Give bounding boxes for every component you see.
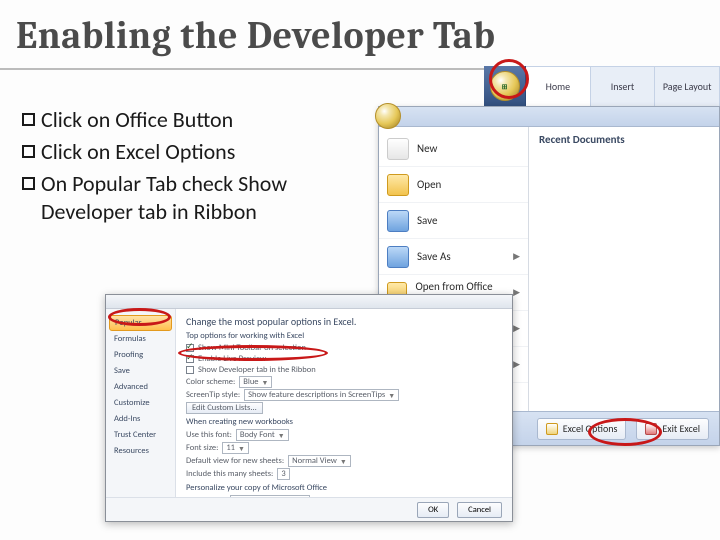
option-edit-lists: Edit Custom Lists... bbox=[186, 402, 502, 414]
annotation-circle-office-button bbox=[489, 59, 529, 99]
chevron-down-icon: ▼ bbox=[262, 378, 269, 387]
category-proofing[interactable]: Proofing bbox=[106, 347, 175, 363]
excel-options-dialog: Popular Formulas Proofing Save Advanced … bbox=[105, 294, 513, 522]
bullet-square-icon bbox=[22, 113, 35, 126]
edit-custom-lists-button[interactable]: Edit Custom Lists... bbox=[186, 402, 263, 414]
menu-item-label: Open bbox=[417, 178, 441, 191]
bullet-text: On Popular Tab check Show Developer tab … bbox=[41, 170, 318, 226]
menu-item-saveas[interactable]: Save As ▶ bbox=[379, 239, 528, 275]
open-icon bbox=[387, 174, 409, 196]
sheetcount-stepper[interactable]: 3 bbox=[277, 468, 289, 480]
bullet-item: On Popular Tab check Show Developer tab … bbox=[22, 170, 318, 226]
option-screentip: ScreenTip style: Show feature descriptio… bbox=[186, 389, 502, 401]
save-icon bbox=[387, 210, 409, 232]
bullet-item: Click on Office Button bbox=[22, 106, 318, 134]
menu-item-save[interactable]: Save bbox=[379, 203, 528, 239]
menu-item-label: Save bbox=[417, 214, 437, 227]
category-save[interactable]: Save bbox=[106, 363, 175, 379]
ok-button[interactable]: OK bbox=[417, 502, 449, 518]
menu-item-label: Save As bbox=[417, 250, 451, 263]
select-value: Normal View bbox=[292, 456, 337, 466]
new-icon bbox=[387, 138, 409, 160]
office-menu-recent: Recent Documents bbox=[529, 127, 719, 411]
ribbon-tab-pagelayout[interactable]: Page Layout bbox=[655, 66, 720, 106]
select-value: Show feature descriptions in ScreenTips bbox=[248, 390, 385, 400]
chevron-down-icon: ▼ bbox=[388, 391, 395, 400]
annotation-circle-excel-options bbox=[588, 418, 662, 446]
save-as-icon bbox=[387, 246, 409, 268]
annotation-circle-popular bbox=[108, 308, 171, 326]
chevron-right-icon: ▶ bbox=[513, 251, 520, 262]
chevron-down-icon: ▼ bbox=[238, 444, 245, 453]
bullet-square-icon bbox=[22, 145, 35, 158]
bullet-text: Click on Office Button bbox=[41, 106, 318, 134]
chevron-down-icon: ▼ bbox=[340, 457, 347, 466]
chevron-right-icon: ▶ bbox=[513, 359, 520, 370]
bullet-list: Click on Office Button Click on Excel Op… bbox=[22, 106, 318, 231]
menu-item-label: New bbox=[417, 142, 437, 155]
category-addins[interactable]: Add-Ins bbox=[106, 411, 175, 427]
field-label: Default view for new sheets: bbox=[186, 456, 284, 466]
options-content: Change the most popular options in Excel… bbox=[176, 309, 512, 497]
section-personalize: Personalize your copy of Microsoft Offic… bbox=[186, 483, 502, 493]
bullet-item: Click on Excel Options bbox=[22, 138, 318, 166]
option-label: Show Developer tab in the Ribbon bbox=[198, 365, 316, 375]
cancel-button[interactable]: Cancel bbox=[457, 502, 502, 518]
chevron-down-icon: ▼ bbox=[278, 431, 285, 440]
office-menu-header bbox=[379, 107, 719, 127]
options-category-list: Popular Formulas Proofing Save Advanced … bbox=[106, 309, 176, 497]
select-value: Blue bbox=[243, 377, 258, 387]
ribbon-tab-home[interactable]: Home bbox=[526, 66, 591, 106]
category-advanced[interactable]: Advanced bbox=[106, 379, 175, 395]
slide: Enabling the Developer Tab Click on Offi… bbox=[0, 0, 720, 540]
checkbox-icon[interactable] bbox=[186, 366, 194, 374]
field-label: ScreenTip style: bbox=[186, 390, 240, 400]
option-color-scheme: Color scheme: Blue ▼ bbox=[186, 376, 502, 388]
font-select[interactable]: Body Font▼ bbox=[236, 429, 289, 441]
bullet-text: Click on Excel Options bbox=[41, 138, 318, 166]
options-heading: Change the most popular options in Excel… bbox=[186, 315, 502, 328]
bullet-square-icon bbox=[22, 177, 35, 190]
select-value: Body Font bbox=[240, 430, 275, 440]
select-value: 11 bbox=[226, 443, 235, 453]
option-font: Use this font: Body Font▼ bbox=[186, 429, 502, 441]
category-formulas[interactable]: Formulas bbox=[106, 331, 175, 347]
field-label: Font size: bbox=[186, 443, 218, 453]
options-icon bbox=[546, 423, 558, 435]
recent-header: Recent Documents bbox=[539, 133, 709, 146]
option-defaultview: Default view for new sheets: Normal View… bbox=[186, 455, 502, 467]
button-label: Exit Excel bbox=[662, 422, 700, 435]
menu-item-open[interactable]: Open bbox=[379, 167, 528, 203]
menu-item-new[interactable]: New bbox=[379, 131, 528, 167]
option-show-developer[interactable]: Show Developer tab in the Ribbon bbox=[186, 365, 502, 375]
option-fontsize: Font size: 11▼ bbox=[186, 442, 502, 454]
ribbon-tab-insert[interactable]: Insert bbox=[591, 66, 656, 106]
defaultview-select[interactable]: Normal View▼ bbox=[288, 455, 351, 467]
color-scheme-select[interactable]: Blue ▼ bbox=[239, 376, 272, 388]
dialog-titlebar bbox=[106, 295, 512, 309]
annotation-circle-developer-option bbox=[178, 345, 328, 361]
chevron-right-icon: ▶ bbox=[513, 323, 520, 334]
section-new-workbooks: When creating new workbooks bbox=[186, 417, 502, 427]
option-sheetcount: Include this many sheets: 3 bbox=[186, 468, 502, 480]
slide-title: Enabling the Developer Tab bbox=[16, 14, 495, 58]
stepper-value: 3 bbox=[281, 469, 285, 479]
field-label: Include this many sheets: bbox=[186, 469, 273, 479]
office-button-icon[interactable] bbox=[375, 103, 401, 129]
screentip-select[interactable]: Show feature descriptions in ScreenTips▼ bbox=[244, 389, 399, 401]
category-resources[interactable]: Resources bbox=[106, 443, 175, 459]
section-top-options: Top options for working with Excel bbox=[186, 331, 502, 341]
fontsize-select[interactable]: 11▼ bbox=[222, 442, 249, 454]
category-customize[interactable]: Customize bbox=[106, 395, 175, 411]
chevron-right-icon: ▶ bbox=[513, 287, 520, 298]
field-label: Use this font: bbox=[186, 430, 232, 440]
field-label: Color scheme: bbox=[186, 377, 235, 387]
dialog-buttons: OK Cancel bbox=[106, 497, 512, 521]
dialog-body: Popular Formulas Proofing Save Advanced … bbox=[106, 309, 512, 497]
category-trustcenter[interactable]: Trust Center bbox=[106, 427, 175, 443]
